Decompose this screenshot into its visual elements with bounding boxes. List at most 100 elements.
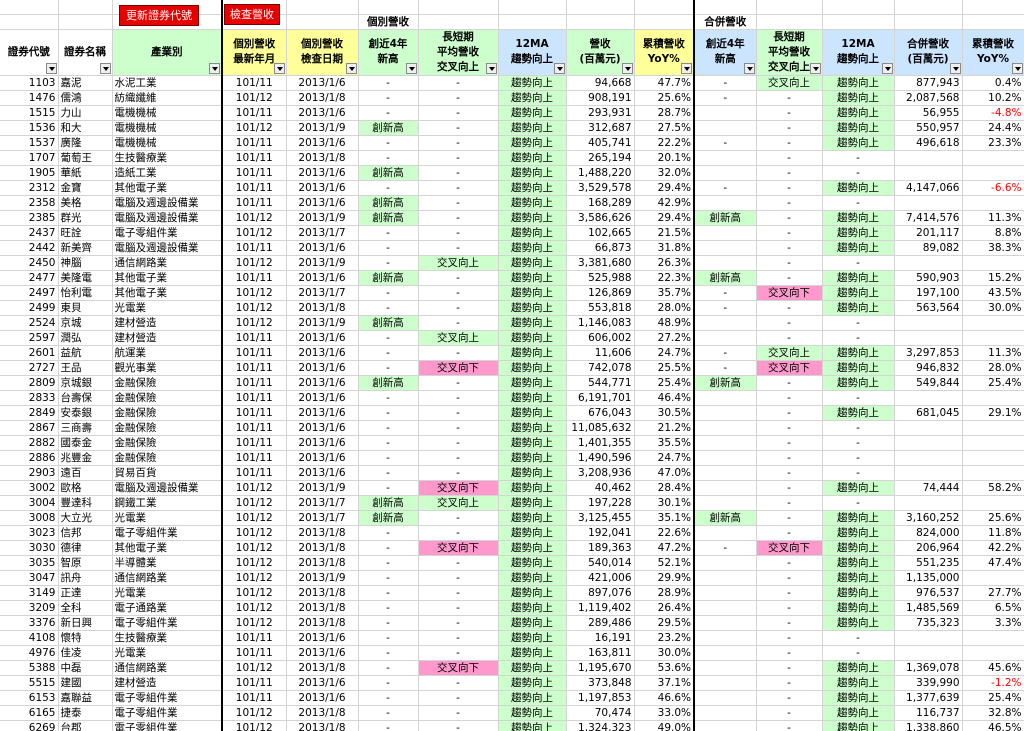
cell-industry[interactable]: 生技醫療業: [112, 150, 223, 166]
cell-industry[interactable]: 紡織纖維: [112, 90, 223, 106]
cell-c-12ma[interactable]: -: [822, 420, 895, 436]
cell-latest-month[interactable]: 101/11: [222, 135, 287, 151]
cell-c-new-high[interactable]: [694, 600, 757, 616]
cell-code[interactable]: 2601: [0, 345, 59, 361]
cell-industry[interactable]: 建材營造: [112, 315, 223, 331]
cell-industry[interactable]: 金融保險: [112, 435, 223, 451]
cell-check-date[interactable]: 2013/1/6: [286, 390, 359, 406]
cell-c-yoy[interactable]: [962, 315, 1024, 331]
cell-latest-month[interactable]: 101/12: [222, 720, 287, 731]
cell-check-date[interactable]: 2013/1/6: [286, 345, 359, 361]
cell-12ma[interactable]: 趨勢向上: [498, 195, 567, 211]
cell-code[interactable]: 1537: [0, 135, 59, 151]
cell-check-date[interactable]: 2013/1/6: [286, 435, 359, 451]
cell-c-revenue[interactable]: 946,832: [894, 360, 963, 376]
cell-yoy[interactable]: 46.6%: [634, 690, 695, 706]
cell-c-12ma[interactable]: 趨勢向上: [822, 705, 895, 721]
cell-c-cross[interactable]: -: [756, 150, 823, 166]
cell-cross[interactable]: -: [418, 510, 499, 526]
filter-dropdown-icon[interactable]: [405, 62, 417, 74]
cell-c-revenue[interactable]: 824,000: [894, 525, 963, 541]
cell-yoy[interactable]: 46.4%: [634, 390, 695, 406]
cell-yoy[interactable]: 25.4%: [634, 375, 695, 391]
cell-code[interactable]: 3376: [0, 615, 59, 631]
cell-industry[interactable]: 通信網路業: [112, 660, 223, 676]
cell-industry[interactable]: 電子零組件業: [112, 705, 223, 721]
cell-c-revenue[interactable]: 197,100: [894, 285, 963, 301]
cell-revenue[interactable]: 293,931: [566, 105, 635, 121]
cell-name[interactable]: 全科: [58, 600, 113, 616]
cell-new-high[interactable]: -: [358, 705, 419, 721]
cell-name[interactable]: 訊舟: [58, 570, 113, 586]
cell-industry[interactable]: 貿易百貨: [112, 465, 223, 481]
cell-yoy[interactable]: 22.2%: [634, 135, 695, 151]
cell-12ma[interactable]: 趨勢向上: [498, 600, 567, 616]
cell-industry[interactable]: 鋼鐵工業: [112, 495, 223, 511]
cell-c-revenue[interactable]: [894, 330, 963, 346]
cell-check-date[interactable]: 2013/1/8: [286, 705, 359, 721]
cell-c-yoy[interactable]: 24.4%: [962, 120, 1024, 136]
cell-latest-month[interactable]: 101/11: [222, 330, 287, 346]
cell-yoy[interactable]: 33.0%: [634, 705, 695, 721]
cell-name[interactable]: 王品: [58, 360, 113, 376]
cell-revenue[interactable]: 742,078: [566, 360, 635, 376]
cell-check-date[interactable]: 2013/1/6: [286, 105, 359, 121]
cell-c-yoy[interactable]: 15.2%: [962, 270, 1024, 286]
cell-name[interactable]: 潤弘: [58, 330, 113, 346]
cell-c-cross[interactable]: -: [756, 300, 823, 316]
cell-12ma[interactable]: 趨勢向上: [498, 225, 567, 241]
cell-c-revenue[interactable]: 681,045: [894, 405, 963, 421]
cell-code[interactable]: 1707: [0, 150, 59, 166]
cell-cross[interactable]: -: [418, 270, 499, 286]
cell-name[interactable]: 怡利電: [58, 285, 113, 301]
cell-revenue[interactable]: 289,486: [566, 615, 635, 631]
cell-name[interactable]: 葡萄王: [58, 150, 113, 166]
filter-dropdown-icon[interactable]: [881, 62, 893, 74]
cell-latest-month[interactable]: 101/12: [222, 285, 287, 301]
cell-c-revenue[interactable]: [894, 435, 963, 451]
cell-check-date[interactable]: 2013/1/6: [286, 75, 359, 91]
cell-cross[interactable]: -: [418, 645, 499, 661]
cell-revenue[interactable]: 94,668: [566, 75, 635, 91]
cell-revenue[interactable]: 265,194: [566, 150, 635, 166]
cell-new-high[interactable]: -: [358, 360, 419, 376]
cell-yoy[interactable]: 52.1%: [634, 555, 695, 571]
cell-cross[interactable]: -: [418, 690, 499, 706]
cell-industry[interactable]: 光電業: [112, 645, 223, 661]
cell-c-yoy[interactable]: 6.5%: [962, 600, 1024, 616]
cell-c-yoy[interactable]: 11.8%: [962, 525, 1024, 541]
cell-c-new-high[interactable]: -: [694, 360, 757, 376]
cell-c-yoy[interactable]: -4.8%: [962, 105, 1024, 121]
cell-c-yoy[interactable]: [962, 330, 1024, 346]
cell-c-cross[interactable]: -: [756, 105, 823, 121]
cell-industry[interactable]: 航運業: [112, 345, 223, 361]
cell-name[interactable]: 金寶: [58, 180, 113, 196]
cell-12ma[interactable]: 趨勢向上: [498, 105, 567, 121]
cell-industry[interactable]: 電機機械: [112, 105, 223, 121]
cell-new-high[interactable]: -: [358, 330, 419, 346]
cell-cross[interactable]: 交叉向下: [418, 480, 499, 496]
cell-cross[interactable]: -: [418, 105, 499, 121]
cell-revenue[interactable]: 405,741: [566, 135, 635, 151]
cell-c-12ma[interactable]: 趨勢向上: [822, 660, 895, 676]
cell-cross[interactable]: -: [418, 570, 499, 586]
cell-name[interactable]: 捷泰: [58, 705, 113, 721]
cell-check-date[interactable]: 2013/1/6: [286, 135, 359, 151]
cell-c-12ma[interactable]: 趨勢向上: [822, 690, 895, 706]
cell-code[interactable]: 3030: [0, 540, 59, 556]
cell-revenue[interactable]: 11,085,632: [566, 420, 635, 436]
cell-yoy[interactable]: 30.1%: [634, 495, 695, 511]
cell-revenue[interactable]: 1,324,323: [566, 720, 635, 731]
cell-name[interactable]: 兆豐金: [58, 450, 113, 466]
cell-c-new-high[interactable]: [694, 480, 757, 496]
cell-industry[interactable]: 電子零組件業: [112, 225, 223, 241]
cell-cross[interactable]: -: [418, 600, 499, 616]
cell-12ma[interactable]: 趨勢向上: [498, 150, 567, 166]
cell-revenue[interactable]: 897,076: [566, 585, 635, 601]
cell-name[interactable]: 台壽保: [58, 390, 113, 406]
cell-c-12ma[interactable]: 趨勢向上: [822, 585, 895, 601]
cell-c-12ma[interactable]: -: [822, 435, 895, 451]
cell-check-date[interactable]: 2013/1/8: [286, 300, 359, 316]
cell-c-cross[interactable]: 交叉向上: [756, 345, 823, 361]
cell-yoy[interactable]: 24.7%: [634, 345, 695, 361]
